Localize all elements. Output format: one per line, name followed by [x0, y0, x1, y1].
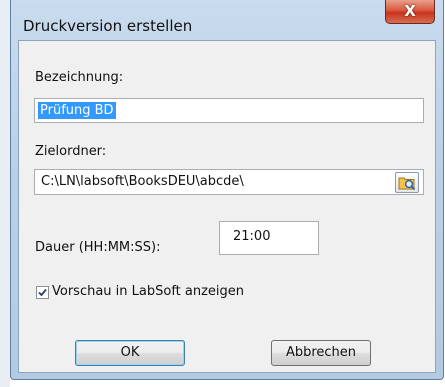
dialog-client-area: Bezeichnung: Prüfung BD Zielordner: C:\L…	[18, 40, 436, 373]
zielordner-label: Zielordner:	[35, 144, 107, 159]
browse-folder-button[interactable]	[395, 172, 419, 193]
bezeichnung-label: Bezeichnung:	[35, 70, 124, 85]
dauer-value: 21:00	[233, 229, 271, 244]
dauer-input[interactable]: 21:00	[219, 221, 319, 255]
bezeichnung-input[interactable]: Prüfung BD	[34, 98, 424, 123]
checkmark-icon	[38, 288, 47, 297]
zielordner-input[interactable]: C:\LN\labsoft\BooksDEU\abcde\	[34, 169, 424, 195]
desktop-background	[0, 0, 10, 387]
vorschau-label[interactable]: Vorschau in LabSoft anzeigen	[52, 284, 244, 299]
close-icon: X	[404, 2, 416, 20]
cancel-button[interactable]: Abbrechen	[271, 340, 371, 366]
title-bar[interactable]: Druckversion erstellen X	[11, 0, 443, 40]
window-title: Druckversion erstellen	[23, 17, 193, 35]
close-button[interactable]: X	[385, 0, 435, 24]
bezeichnung-value: Prüfung BD	[38, 102, 116, 119]
vorschau-checkbox[interactable]	[36, 286, 49, 299]
dialog-window: Druckversion erstellen X Bezeichnung: Pr…	[10, 0, 444, 380]
dauer-label: Dauer (HH:MM:SS):	[35, 240, 161, 255]
zielordner-value: C:\LN\labsoft\BooksDEU\abcde\	[41, 174, 244, 189]
folder-browse-icon	[398, 177, 416, 191]
ok-button[interactable]: OK	[75, 340, 185, 366]
